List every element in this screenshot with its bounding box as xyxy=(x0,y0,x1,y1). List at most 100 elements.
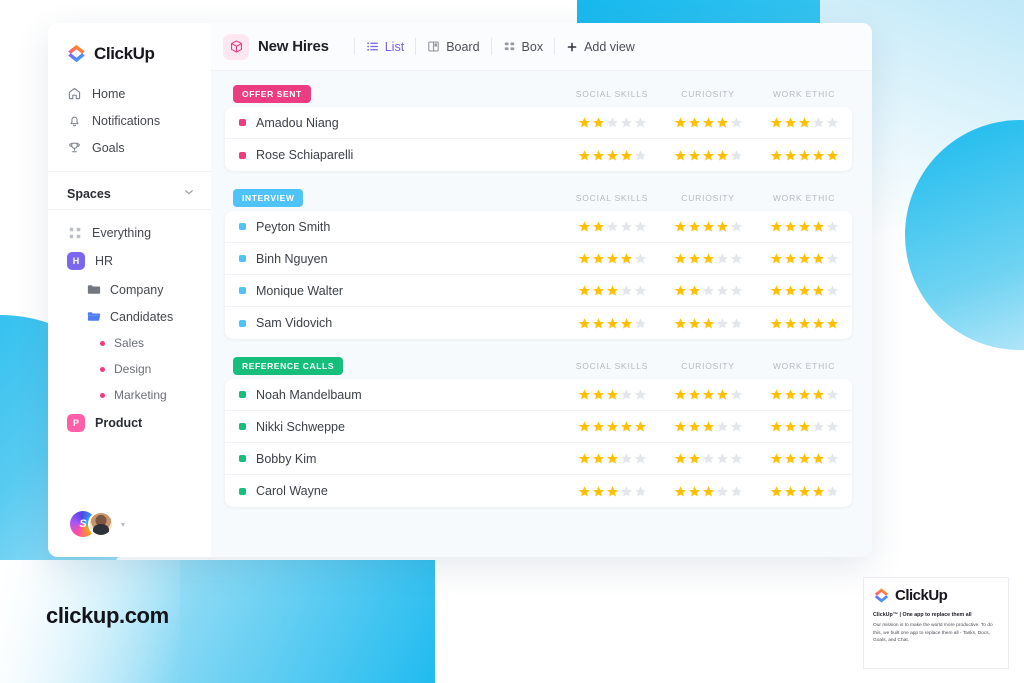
star-filled-icon[interactable] xyxy=(798,220,811,233)
star-filled-icon[interactable] xyxy=(770,220,783,233)
star-filled-icon[interactable] xyxy=(606,284,619,297)
star-filled-icon[interactable] xyxy=(798,252,811,265)
star-empty-icon[interactable] xyxy=(620,485,633,498)
star-empty-icon[interactable] xyxy=(826,284,839,297)
star-filled-icon[interactable] xyxy=(770,317,783,330)
table-row[interactable]: Rose Schiaparelli xyxy=(225,139,852,171)
star-filled-icon[interactable] xyxy=(578,149,591,162)
sidebar-list-marketing[interactable]: Marketing xyxy=(48,382,211,408)
star-filled-icon[interactable] xyxy=(606,420,619,433)
star-filled-icon[interactable] xyxy=(606,252,619,265)
star-filled-icon[interactable] xyxy=(770,149,783,162)
star-filled-icon[interactable] xyxy=(784,452,797,465)
star-empty-icon[interactable] xyxy=(620,284,633,297)
rating-work-ethic[interactable] xyxy=(756,452,852,465)
star-empty-icon[interactable] xyxy=(702,284,715,297)
tab-list[interactable]: List xyxy=(366,40,404,54)
star-filled-icon[interactable] xyxy=(688,149,701,162)
star-empty-icon[interactable] xyxy=(634,452,647,465)
star-empty-icon[interactable] xyxy=(620,452,633,465)
table-row[interactable]: Nikki Schweppe xyxy=(225,411,852,443)
table-row[interactable]: Sam Vidovich xyxy=(225,307,852,339)
star-filled-icon[interactable] xyxy=(770,284,783,297)
star-empty-icon[interactable] xyxy=(812,420,825,433)
star-empty-icon[interactable] xyxy=(730,284,743,297)
table-row[interactable]: Amadou Niang xyxy=(225,107,852,139)
star-empty-icon[interactable] xyxy=(730,220,743,233)
rating-social-skills[interactable] xyxy=(564,317,660,330)
star-empty-icon[interactable] xyxy=(634,116,647,129)
star-filled-icon[interactable] xyxy=(578,485,591,498)
star-filled-icon[interactable] xyxy=(578,220,591,233)
table-row[interactable]: Peyton Smith xyxy=(225,211,852,243)
star-filled-icon[interactable] xyxy=(716,220,729,233)
star-filled-icon[interactable] xyxy=(688,284,701,297)
rating-social-skills[interactable] xyxy=(564,116,660,129)
star-filled-icon[interactable] xyxy=(812,284,825,297)
star-filled-icon[interactable] xyxy=(798,420,811,433)
sidebar-list-design[interactable]: Design xyxy=(48,356,211,382)
star-filled-icon[interactable] xyxy=(592,388,605,401)
star-filled-icon[interactable] xyxy=(578,317,591,330)
rating-work-ethic[interactable] xyxy=(756,116,852,129)
sidebar-item-goals[interactable]: Goals xyxy=(48,134,211,161)
star-filled-icon[interactable] xyxy=(770,485,783,498)
star-filled-icon[interactable] xyxy=(674,317,687,330)
add-view-button[interactable]: Add view xyxy=(566,40,635,54)
rating-work-ethic[interactable] xyxy=(756,420,852,433)
star-filled-icon[interactable] xyxy=(770,252,783,265)
rating-social-skills[interactable] xyxy=(564,420,660,433)
star-filled-icon[interactable] xyxy=(784,485,797,498)
star-empty-icon[interactable] xyxy=(826,252,839,265)
sidebar-folder-company[interactable]: Company xyxy=(48,276,211,303)
star-filled-icon[interactable] xyxy=(592,485,605,498)
star-empty-icon[interactable] xyxy=(716,452,729,465)
star-filled-icon[interactable] xyxy=(812,388,825,401)
star-empty-icon[interactable] xyxy=(730,317,743,330)
rating-social-skills[interactable] xyxy=(564,284,660,297)
rating-social-skills[interactable] xyxy=(564,452,660,465)
star-filled-icon[interactable] xyxy=(702,317,715,330)
star-filled-icon[interactable] xyxy=(688,317,701,330)
star-empty-icon[interactable] xyxy=(634,485,647,498)
star-filled-icon[interactable] xyxy=(784,116,797,129)
star-empty-icon[interactable] xyxy=(620,220,633,233)
star-empty-icon[interactable] xyxy=(634,388,647,401)
star-empty-icon[interactable] xyxy=(826,388,839,401)
star-empty-icon[interactable] xyxy=(620,388,633,401)
star-filled-icon[interactable] xyxy=(592,317,605,330)
star-empty-icon[interactable] xyxy=(826,485,839,498)
star-empty-icon[interactable] xyxy=(812,116,825,129)
star-filled-icon[interactable] xyxy=(812,485,825,498)
star-filled-icon[interactable] xyxy=(784,388,797,401)
star-empty-icon[interactable] xyxy=(634,284,647,297)
star-empty-icon[interactable] xyxy=(730,116,743,129)
avatar-photo[interactable] xyxy=(88,511,114,537)
star-filled-icon[interactable] xyxy=(592,420,605,433)
rating-social-skills[interactable] xyxy=(564,149,660,162)
star-empty-icon[interactable] xyxy=(716,284,729,297)
star-filled-icon[interactable] xyxy=(634,420,647,433)
star-filled-icon[interactable] xyxy=(702,220,715,233)
star-filled-icon[interactable] xyxy=(620,420,633,433)
rating-social-skills[interactable] xyxy=(564,220,660,233)
star-filled-icon[interactable] xyxy=(688,116,701,129)
sidebar-space-hr[interactable]: H HR xyxy=(48,246,211,276)
star-filled-icon[interactable] xyxy=(798,317,811,330)
star-filled-icon[interactable] xyxy=(702,252,715,265)
star-filled-icon[interactable] xyxy=(702,420,715,433)
star-filled-icon[interactable] xyxy=(674,220,687,233)
star-filled-icon[interactable] xyxy=(812,317,825,330)
star-filled-icon[interactable] xyxy=(784,420,797,433)
star-empty-icon[interactable] xyxy=(730,485,743,498)
sidebar-folder-candidates[interactable]: Candidates xyxy=(48,303,211,330)
star-empty-icon[interactable] xyxy=(730,420,743,433)
table-row[interactable]: Carol Wayne xyxy=(225,475,852,507)
table-row[interactable]: Binh Nguyen xyxy=(225,243,852,275)
rating-curiosity[interactable] xyxy=(660,116,756,129)
star-empty-icon[interactable] xyxy=(702,452,715,465)
star-filled-icon[interactable] xyxy=(592,284,605,297)
star-filled-icon[interactable] xyxy=(702,116,715,129)
status-badge[interactable]: REFERENCE CALLS xyxy=(233,357,344,375)
rating-work-ethic[interactable] xyxy=(756,220,852,233)
